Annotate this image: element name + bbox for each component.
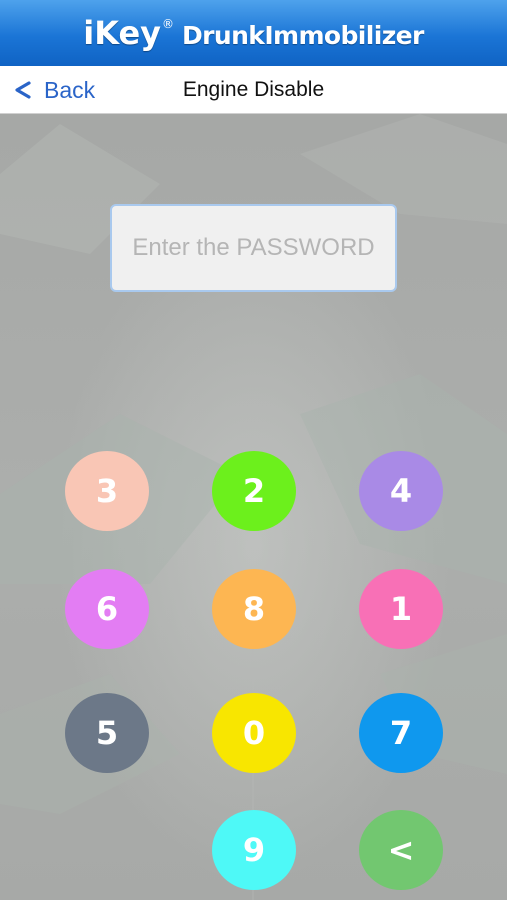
- registered-mark: ®: [162, 17, 175, 31]
- password-field-frame: [110, 204, 397, 292]
- key-8[interactable]: 8: [212, 569, 296, 649]
- navigation-bar: Back Engine Disable: [0, 66, 507, 114]
- brand-name: iKey: [83, 14, 162, 52]
- password-input[interactable]: [116, 233, 391, 263]
- key-2[interactable]: 2: [212, 451, 296, 531]
- chevron-left-icon: [15, 81, 31, 99]
- back-label: Back: [44, 76, 96, 103]
- key-1[interactable]: 1: [359, 569, 443, 649]
- key-7[interactable]: 7: [359, 693, 443, 773]
- key-6[interactable]: 6: [65, 569, 149, 649]
- key-4[interactable]: 4: [359, 451, 443, 531]
- key-0[interactable]: 0: [212, 693, 296, 773]
- brand-product-name: DrunkImmobilizer: [182, 21, 424, 50]
- backspace-key[interactable]: <: [359, 810, 443, 890]
- brand-logo: iKey ® DrunkImmobilizer: [83, 14, 424, 52]
- key-5[interactable]: 5: [65, 693, 149, 773]
- key-9[interactable]: 9: [212, 810, 296, 890]
- app-header: iKey ® DrunkImmobilizer: [0, 0, 507, 66]
- keypad-screen: 3 2 4 6 8 1 5 0 7 9 <: [0, 114, 507, 900]
- key-3[interactable]: 3: [65, 451, 149, 531]
- back-button[interactable]: Back: [12, 66, 95, 114]
